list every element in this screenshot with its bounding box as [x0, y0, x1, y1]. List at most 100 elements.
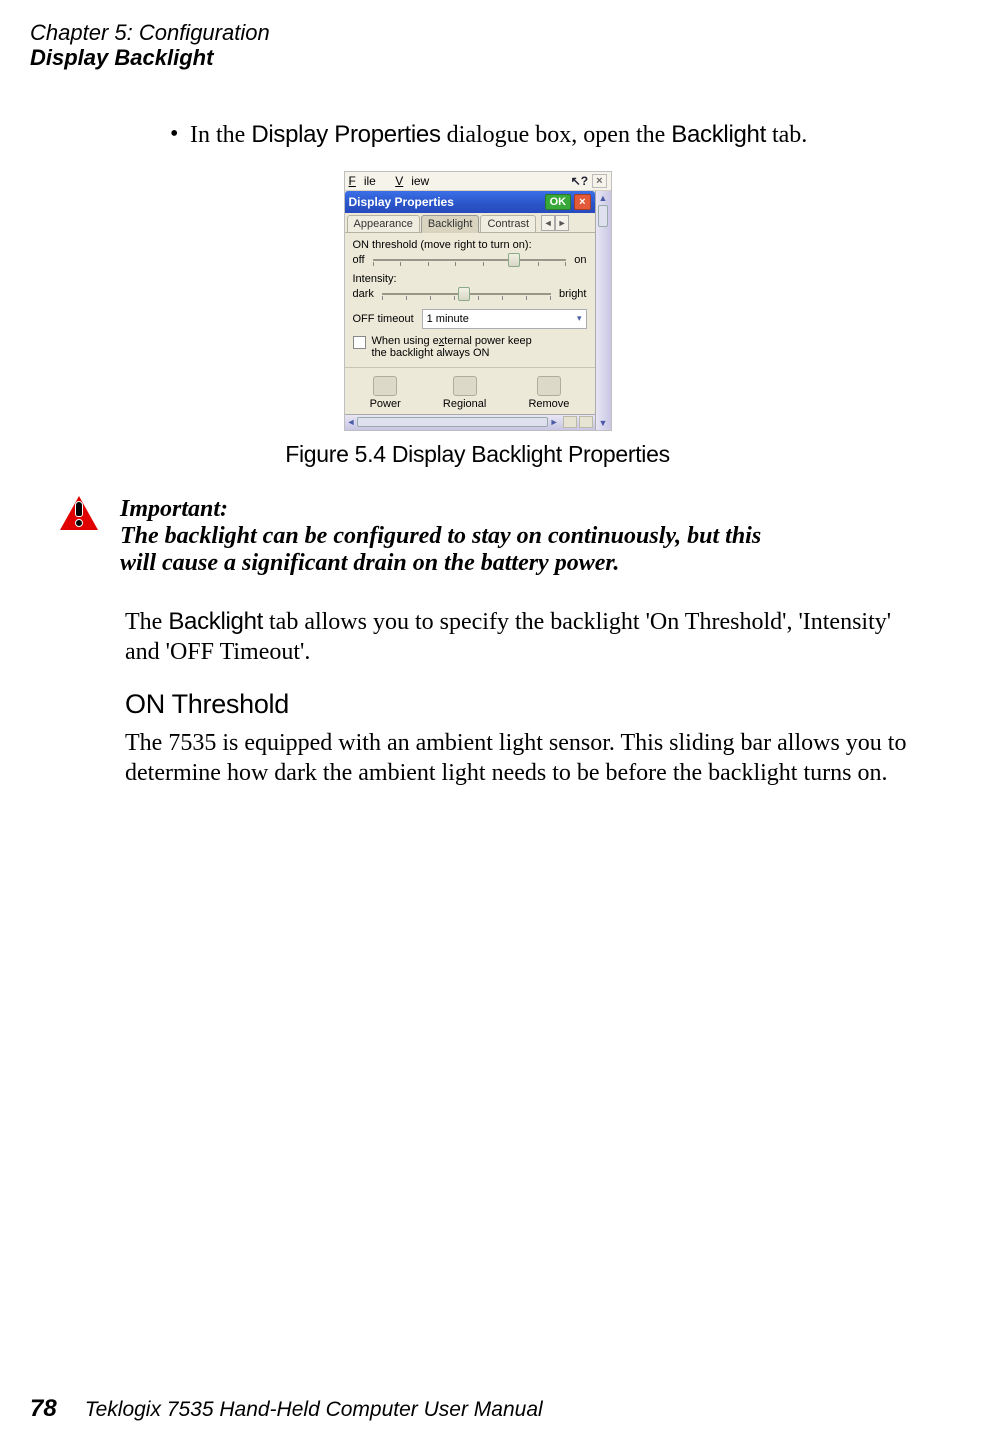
file-rest: ile	[364, 174, 376, 188]
intensity-row: dark bright	[353, 285, 587, 303]
footer-title: Teklogix 7535 Hand-Held Computer User Ma…	[85, 1398, 543, 1422]
bullet-pre: In the	[190, 122, 251, 148]
external-power-checkbox[interactable]	[353, 336, 366, 349]
hscroll-thumb[interactable]	[357, 417, 547, 427]
bullet-mid: dialogue box, open the	[441, 122, 672, 148]
bullet-post: tab.	[766, 122, 807, 148]
dialog-title: Display Properties	[349, 195, 454, 209]
instruction-bullet: • In the Display Properties dialogue box…	[170, 121, 925, 149]
bullet-text: In the Display Properties dialogue box, …	[190, 121, 925, 149]
system-tray	[559, 416, 593, 428]
external-power-text: When using external power keep the backl…	[372, 335, 532, 359]
tab-contrast[interactable]: Contrast	[480, 215, 536, 232]
external-power-row: When using external power keep the backl…	[353, 335, 587, 359]
tab-row: Appearance Backlight Contrast ◄ ►	[345, 213, 595, 233]
off-label: off	[353, 254, 365, 266]
chevron-down-icon: ▾	[577, 313, 582, 324]
hscroll-right-icon[interactable]: ►	[550, 417, 559, 427]
backlight-term: Backlight	[671, 121, 766, 148]
intensity-label: Intensity:	[353, 273, 587, 285]
chk-line1: When using external power keep	[372, 335, 532, 347]
dialog-titlebar: Display Properties OK ×	[345, 191, 595, 213]
regional-icon	[453, 376, 477, 396]
help-icon[interactable]: ↖?	[571, 174, 588, 188]
para1-pre: The	[125, 609, 168, 635]
tray-icon[interactable]	[563, 416, 577, 428]
control-panel-icons: Power Regional Remove	[345, 368, 595, 414]
intensity-group: Intensity: dark bright	[353, 273, 587, 303]
view-underline: V	[395, 174, 403, 188]
on-threshold-label: ON threshold (move right to turn on):	[353, 239, 587, 251]
slider-thumb-icon[interactable]	[458, 287, 470, 301]
exclamation-icon	[72, 501, 86, 527]
remove-icon	[537, 376, 561, 396]
section-label: Display Backlight	[30, 45, 925, 70]
screenshot-widget: File View ↖? × Display Properties OK × A…	[344, 171, 612, 431]
on-threshold-heading: ON Threshold	[125, 689, 925, 720]
on-label: on	[574, 254, 586, 266]
combo-value: 1 minute	[427, 313, 469, 325]
horizontal-scrollbar[interactable]: ◄ ►	[345, 414, 595, 430]
off-timeout-combo[interactable]: 1 minute ▾	[422, 309, 587, 329]
vscroll-down-icon[interactable]: ▼	[599, 418, 608, 428]
vertical-scrollbar[interactable]: ▲ ▼	[595, 191, 611, 430]
display-properties-term: Display Properties	[251, 121, 440, 148]
page-number: 78	[30, 1395, 57, 1423]
vscroll-up-icon[interactable]: ▲	[599, 193, 608, 203]
bright-label: bright	[559, 288, 587, 300]
power-icon	[373, 376, 397, 396]
icon-power[interactable]: Power	[370, 376, 401, 410]
off-timeout-row: OFF timeout 1 minute ▾	[353, 309, 587, 329]
on-threshold-row: off on	[353, 251, 587, 269]
dark-label: dark	[353, 288, 374, 300]
tab-appearance[interactable]: Appearance	[347, 215, 420, 232]
file-underline: F	[349, 174, 356, 188]
remove-label: Remove	[528, 398, 569, 410]
slider-track	[373, 259, 567, 261]
figure-caption: Figure 5.4 Display Backlight Properties	[30, 441, 925, 468]
figure-container: File View ↖? × Display Properties OK × A…	[30, 171, 925, 468]
menu-bar: File View ↖? ×	[345, 172, 611, 191]
icon-remove[interactable]: Remove	[528, 376, 569, 410]
on-threshold-slider[interactable]	[373, 251, 567, 269]
tab-backlight[interactable]: Backlight	[421, 215, 480, 233]
menu-view[interactable]: View	[395, 174, 437, 188]
backlight-pane: ON threshold (move right to turn on): of…	[345, 233, 595, 368]
chapter-label: Chapter 5: Configuration	[30, 20, 925, 45]
slider-ticks	[373, 262, 567, 268]
bullet-icon: •	[170, 121, 190, 148]
body-area: Display Properties OK × Appearance Backl…	[345, 191, 611, 430]
icon-regional[interactable]: Regional	[443, 376, 486, 410]
power-label: Power	[370, 398, 401, 410]
window-close-icon[interactable]: ×	[592, 174, 606, 188]
important-body: The backlight can be configured to stay …	[120, 523, 780, 577]
chk-line2: the backlight always ON	[372, 347, 490, 359]
tab-scroll-left-icon[interactable]: ◄	[541, 215, 555, 231]
backlight-term2: Backlight	[168, 608, 263, 635]
content-area: Display Properties OK × Appearance Backl…	[345, 191, 595, 430]
important-note: Important: The backlight can be configur…	[60, 496, 925, 577]
slider-thumb-icon[interactable]	[508, 253, 520, 267]
on-threshold-group: ON threshold (move right to turn on): of…	[353, 239, 587, 269]
paragraph-backlight-tab: The Backlight tab allows you to specify …	[125, 607, 925, 667]
tab-scroll-right-icon[interactable]: ►	[555, 215, 569, 231]
warning-icon	[60, 496, 98, 530]
hscroll-left-icon[interactable]: ◄	[347, 417, 356, 427]
menubar-right: ↖? ×	[571, 174, 607, 188]
ok-button[interactable]: OK	[545, 194, 572, 210]
paragraph-on-threshold: The 7535 is equipped with an ambient lig…	[125, 728, 925, 788]
menu-file[interactable]: File	[349, 174, 384, 188]
dialog-close-icon[interactable]: ×	[574, 194, 590, 210]
tray-icon[interactable]	[579, 416, 593, 428]
intensity-slider[interactable]	[382, 285, 551, 303]
important-text: Important: The backlight can be configur…	[120, 496, 925, 577]
page-header: Chapter 5: Configuration Display Backlig…	[30, 20, 925, 71]
tab-scroller: ◄ ►	[541, 215, 569, 231]
menu-items: File View	[349, 174, 446, 188]
titlebar-buttons: OK ×	[545, 194, 591, 210]
help-qmark: ?	[581, 174, 588, 188]
vscroll-thumb[interactable]	[598, 205, 608, 227]
regional-label: Regional	[443, 398, 486, 410]
page-footer: 78 Teklogix 7535 Hand-Held Computer User…	[30, 1395, 543, 1423]
off-timeout-label: OFF timeout	[353, 313, 414, 325]
